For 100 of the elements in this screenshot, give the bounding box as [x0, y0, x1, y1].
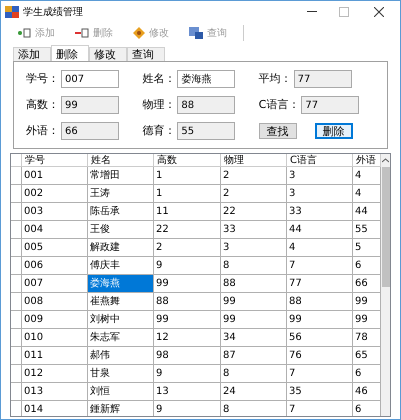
table-cell[interactable]: 011 — [22, 347, 88, 364]
table-cell[interactable]: 33 — [287, 203, 353, 220]
table-cell[interactable]: 2 — [221, 185, 287, 202]
table-cell[interactable]: 3 — [287, 185, 353, 202]
table-cell[interactable]: 88 — [287, 293, 353, 310]
table-cell[interactable]: 9 — [154, 401, 221, 416]
table-cell[interactable]: 87 — [221, 347, 287, 364]
table-cell[interactable]: 朱志军 — [88, 329, 154, 346]
table-cell[interactable]: 99 — [154, 275, 221, 292]
table-cell[interactable]: 崔燕舞 — [88, 293, 154, 310]
table-cell[interactable]: 8 — [221, 257, 287, 274]
table-cell[interactable]: 8 — [221, 401, 287, 416]
table-cell[interactable]: 1 — [154, 185, 221, 202]
input-field[interactable]: 77 — [294, 70, 352, 88]
column-header[interactable]: 物理 — [221, 154, 287, 166]
table-cell[interactable]: 009 — [22, 311, 88, 328]
table-cell[interactable]: 王涛 — [88, 185, 154, 202]
table-cell[interactable]: 76 — [287, 347, 353, 364]
table-cell[interactable]: 99 — [221, 311, 287, 328]
table-cell[interactable]: 9 — [154, 365, 221, 382]
field-label: 物理： — [142, 96, 176, 113]
table-cell[interactable]: 陈岳承 — [88, 203, 154, 220]
table-cell[interactable]: 99 — [154, 311, 221, 328]
input-field[interactable]: 娄海燕 — [177, 70, 236, 88]
add-row-icon — [17, 27, 31, 39]
table-cell[interactable]: 35 — [287, 383, 353, 400]
table-cell[interactable]: 娄海燕 — [88, 275, 154, 292]
table-cell[interactable]: 4 — [287, 239, 353, 256]
column-header[interactable]: C语言 — [287, 154, 353, 166]
column-header[interactable]: 姓名 — [88, 154, 154, 166]
table-cell[interactable]: 王俊 — [88, 221, 154, 238]
table-cell[interactable]: 9 — [154, 257, 221, 274]
table-cell[interactable]: 22 — [154, 221, 221, 238]
table-cell[interactable]: 002 — [22, 185, 88, 202]
table-cell[interactable]: 2 — [154, 239, 221, 256]
field-label: 高数： — [26, 96, 60, 113]
tab[interactable]: 删除 — [51, 45, 89, 61]
tab[interactable]: 查询 — [127, 47, 165, 61]
table-cell[interactable]: 99 — [221, 293, 287, 310]
table-cell[interactable]: 7 — [287, 401, 353, 416]
table-cell[interactable]: 012 — [22, 365, 88, 382]
table-cell[interactable]: 8 — [221, 365, 287, 382]
input-field[interactable]: 55 — [177, 122, 236, 140]
column-header[interactable]: 学号 — [22, 154, 88, 166]
table-cell[interactable]: 2 — [221, 167, 287, 184]
table-cell[interactable]: 99 — [287, 311, 353, 328]
table-cell[interactable]: 88 — [154, 293, 221, 310]
scroll-thumb[interactable] — [382, 167, 390, 287]
table-cell[interactable]: 001 — [22, 167, 88, 184]
table-cell[interactable]: 013 — [22, 383, 88, 400]
table-cell[interactable]: 98 — [154, 347, 221, 364]
table-cell[interactable]: 003 — [22, 203, 88, 220]
table-cell[interactable]: 014 — [22, 401, 88, 416]
tab[interactable]: 修改 — [89, 47, 127, 61]
field-label: 学号： — [26, 70, 60, 87]
table-cell[interactable]: 郝伟 — [88, 347, 154, 364]
table-cell[interactable]: 34 — [221, 329, 287, 346]
table-cell[interactable]: 3 — [221, 239, 287, 256]
close-icon — [374, 7, 384, 17]
tab[interactable]: 添加 — [13, 47, 51, 61]
table-cell[interactable]: 24 — [221, 383, 287, 400]
table-cell[interactable]: 006 — [22, 257, 88, 274]
table-cell[interactable]: 解政建 — [88, 239, 154, 256]
action-button[interactable]: 删除 — [314, 123, 353, 139]
table-cell[interactable]: 22 — [221, 203, 287, 220]
input-field[interactable]: 66 — [61, 122, 119, 140]
table-cell[interactable]: 56 — [287, 329, 353, 346]
input-field[interactable]: 88 — [177, 96, 236, 114]
table-cell[interactable]: 88 — [221, 275, 287, 292]
table-cell[interactable]: 12 — [154, 329, 221, 346]
field-label: C语言： — [258, 96, 300, 113]
input-field[interactable]: 007 — [61, 70, 119, 88]
table-cell[interactable]: 7 — [287, 257, 353, 274]
table-cell[interactable]: 010 — [22, 329, 88, 346]
field-label: 平均： — [258, 70, 293, 87]
table-cell[interactable]: 004 — [22, 221, 88, 238]
table-cell[interactable]: 刘树中 — [88, 311, 154, 328]
table-cell[interactable]: 甘泉 — [88, 365, 154, 382]
table-cell[interactable]: 3 — [287, 167, 353, 184]
app-icon — [5, 6, 19, 18]
action-button[interactable]: 查找 — [258, 123, 297, 139]
table-cell[interactable]: 1 — [154, 167, 221, 184]
input-field[interactable]: 77 — [301, 96, 360, 114]
table-cell[interactable]: 33 — [221, 221, 287, 238]
diamond-icon — [133, 27, 145, 39]
table-cell[interactable]: 44 — [287, 221, 353, 238]
table-cell[interactable]: 鍾新辉 — [88, 401, 154, 416]
scroll-up-icon — [382, 158, 389, 163]
table-cell[interactable]: 刘恒 — [88, 383, 154, 400]
table-cell[interactable]: 008 — [22, 293, 88, 310]
table-cell[interactable]: 傅庆丰 — [88, 257, 154, 274]
table-cell[interactable]: 13 — [154, 383, 221, 400]
column-header[interactable]: 高数 — [154, 154, 221, 166]
table-cell[interactable]: 11 — [154, 203, 221, 220]
input-field[interactable]: 99 — [61, 96, 119, 114]
table-cell[interactable]: 7 — [287, 365, 353, 382]
table-cell[interactable]: 77 — [287, 275, 353, 292]
minimize-icon — [307, 11, 317, 13]
table-cell[interactable]: 005 — [22, 239, 88, 256]
table-cell[interactable]: 常增田 — [88, 167, 154, 184]
